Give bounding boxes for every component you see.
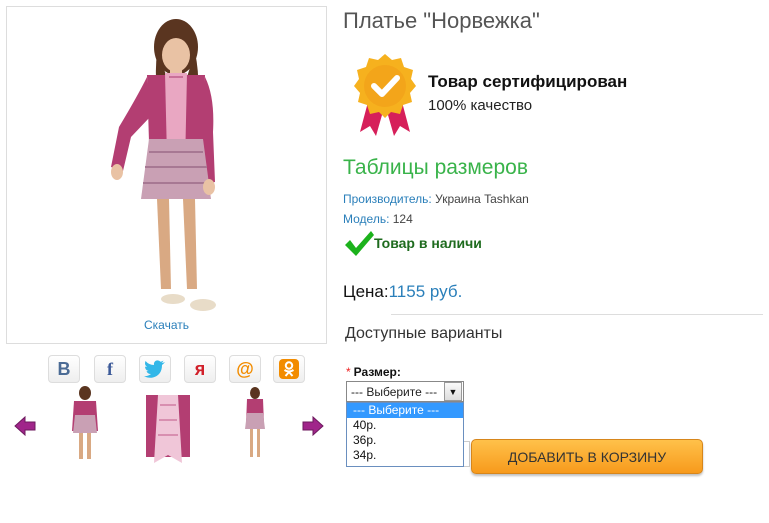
- manufacturer-row: Производитель: Украина Tashkan: [343, 192, 529, 206]
- size-option[interactable]: --- Выберите ---: [347, 403, 463, 418]
- facebook-icon-glyph: f: [107, 358, 113, 379]
- add-to-cart-button[interactable]: ДОБАВИТЬ В КОРЗИНУ: [471, 439, 703, 474]
- mail-share-icon[interactable]: @: [229, 355, 261, 383]
- size-select-value: --- Выберите ---: [351, 384, 438, 399]
- required-mark: *: [346, 365, 351, 379]
- twitter-icon: [144, 360, 165, 378]
- size-select[interactable]: --- Выберите --- ▼: [346, 381, 464, 402]
- size-option[interactable]: 40р.: [347, 418, 463, 433]
- download-link[interactable]: Скачать: [6, 318, 327, 332]
- twitter-share-icon[interactable]: [139, 355, 171, 383]
- model-label: Модель:: [343, 212, 390, 226]
- certificate-title: Товар сертифицирован: [428, 72, 628, 91]
- mail-icon-glyph: @: [236, 358, 254, 379]
- size-dropdown-list: --- Выберите --- 40р. 36р. 34р.: [346, 402, 464, 467]
- odnoklassniki-share-icon[interactable]: [273, 355, 305, 383]
- yaru-share-icon[interactable]: я: [184, 355, 216, 383]
- price-label: Цена:: [343, 282, 389, 301]
- chevron-down-icon[interactable]: ▼: [444, 382, 462, 401]
- certificate-subtitle: 100% качество: [428, 97, 533, 114]
- ok-icon: [279, 359, 299, 379]
- size-table-link[interactable]: Таблицы размеров: [343, 156, 528, 180]
- manufacturer-value: Украина Tashkan: [435, 192, 529, 206]
- vk-share-icon[interactable]: В: [48, 355, 80, 383]
- size-option[interactable]: 34р.: [347, 448, 463, 463]
- size-label-row: * Размер:: [346, 365, 401, 379]
- thumbnail-3[interactable]: [240, 385, 270, 463]
- in-stock-check-icon: [343, 229, 375, 262]
- model-value: 124: [392, 212, 413, 226]
- thumbnail-1[interactable]: [68, 385, 102, 463]
- certificate-medal-icon: [352, 52, 418, 138]
- product-title: Платье "Норвежка": [343, 8, 540, 33]
- thumbnail-2[interactable]: [142, 385, 194, 463]
- variants-heading: Доступные варианты: [345, 325, 503, 342]
- main-product-image[interactable]: [6, 6, 327, 344]
- price-value: 1155 руб.: [388, 282, 463, 301]
- facebook-share-icon[interactable]: f: [94, 355, 126, 383]
- divider: [391, 314, 763, 315]
- stock-status: Товар в наличи: [374, 235, 482, 251]
- thumbs-prev-arrow-icon[interactable]: [13, 414, 37, 438]
- price-row: Цена:1155 руб.: [343, 282, 462, 302]
- thumbs-next-arrow-icon[interactable]: [301, 414, 325, 438]
- vk-icon-glyph: В: [57, 358, 71, 379]
- size-option[interactable]: 36р.: [347, 433, 463, 448]
- size-label: Размер:: [353, 365, 401, 379]
- yaru-icon-glyph: я: [194, 358, 206, 379]
- model-row: Модель: 124: [343, 212, 413, 226]
- manufacturer-label: Производитель:: [343, 192, 432, 206]
